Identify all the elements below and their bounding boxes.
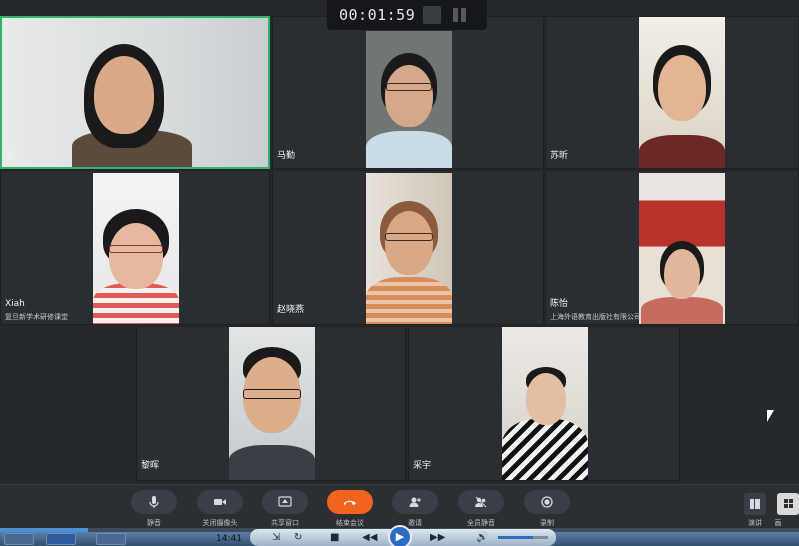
stop-video-button[interactable] (197, 490, 243, 514)
video-feed (502, 327, 588, 480)
participant-name: 马勤 (277, 151, 296, 161)
pause-recording-button[interactable] (451, 6, 469, 24)
play-icon[interactable]: ▶ (388, 525, 412, 546)
participant-tile[interactable]: Xiah 复旦新学术研修课堂 (0, 170, 270, 325)
video-feed (229, 327, 315, 480)
participant-tile[interactable]: 采宇 (408, 326, 680, 481)
volume-icon[interactable]: 🔊 (476, 532, 488, 543)
elapsed-time: 00:01:59 (339, 6, 416, 24)
meeting-toolbar (0, 484, 799, 518)
recording-timer: 00:01:59 (327, 0, 487, 30)
participant-name: 陈怡 (550, 299, 569, 309)
mute-button[interactable] (131, 490, 177, 514)
video-feed (366, 173, 452, 324)
mute-all-button[interactable] (458, 490, 504, 514)
record-label: 录制 (540, 519, 554, 527)
video-feed (639, 173, 725, 324)
participant-tile-self[interactable]: 我 (0, 16, 270, 169)
participant-tile[interactable]: 苏昕 (545, 16, 799, 169)
stop-recording-button[interactable] (423, 6, 441, 24)
participant-tile[interactable]: 陈怡 上海外语教育出版社有限公司 (545, 170, 799, 325)
speaker-view-button[interactable] (744, 493, 766, 515)
rewind-icon[interactable]: ◀◀ (362, 532, 377, 543)
record-button[interactable] (524, 490, 570, 514)
invite-button[interactable] (392, 490, 438, 514)
share-window-label: 共享窗口 (271, 519, 299, 527)
participant-tile[interactable]: 赵晓燕 (272, 170, 544, 325)
record-icon (541, 496, 553, 508)
taskbar-app-button[interactable] (4, 533, 34, 545)
video-feed (93, 173, 179, 324)
gallery-view-label: 画 (774, 519, 782, 527)
stop-video-label: 关闭摄像头 (202, 519, 238, 527)
mute-label: 静音 (147, 519, 161, 527)
end-meeting-label: 结束会议 (336, 519, 364, 527)
fast-forward-icon[interactable]: ▶▶ (430, 532, 445, 543)
participant-name: 赵晓燕 (277, 305, 305, 315)
speaker-view-icon (750, 499, 760, 509)
share-window-icon (278, 496, 292, 507)
participant-name: Xiah (5, 299, 25, 309)
add-user-icon (409, 497, 421, 507)
participant-tile[interactable]: 马勤 (272, 16, 544, 169)
video-grid: 我 马勤 苏昕 Xiah 复旦新学术研修课堂 赵晓燕 陈怡 上海外语教育出版社有… (0, 0, 799, 484)
participant-organization: 复旦新学术研修课堂 (5, 313, 68, 321)
media-player-controls: ⇲ ↻ ■ ◀◀ ▶ ▶▶ 🔊 (250, 525, 556, 546)
taskbar-clock: 14:41 (216, 534, 242, 544)
gallery-view-icon (784, 499, 793, 508)
volume-level (498, 536, 533, 539)
mute-all-label: 全员静音 (467, 519, 495, 527)
mouse-cursor (767, 410, 774, 422)
volume-slider[interactable] (498, 536, 548, 539)
participant-tile[interactable]: 黎晖 (136, 326, 406, 481)
repeat-icon[interactable]: ↻ (294, 532, 302, 543)
participant-organization: 上海外语教育出版社有限公司 (550, 313, 641, 321)
mute-all-icon (475, 496, 487, 508)
taskbar-app-button[interactable] (96, 533, 126, 545)
reduce-icon[interactable]: ⇲ (272, 532, 280, 543)
stop-icon[interactable]: ■ (330, 532, 339, 543)
participant-name: 我 (6, 152, 16, 162)
end-meeting-button[interactable] (327, 490, 373, 514)
hang-up-icon (344, 500, 356, 505)
participant-name: 黎晖 (141, 461, 160, 471)
video-feed (2, 18, 268, 167)
video-feed (366, 31, 452, 168)
microphone-icon (149, 496, 159, 508)
participant-name: 苏昕 (550, 151, 569, 161)
taskbar-app-button[interactable] (46, 533, 76, 545)
video-feed (639, 17, 725, 168)
participant-name: 采宇 (413, 461, 432, 471)
share-window-button[interactable] (262, 490, 308, 514)
gallery-view-button[interactable] (777, 493, 799, 515)
camera-icon (214, 499, 226, 505)
